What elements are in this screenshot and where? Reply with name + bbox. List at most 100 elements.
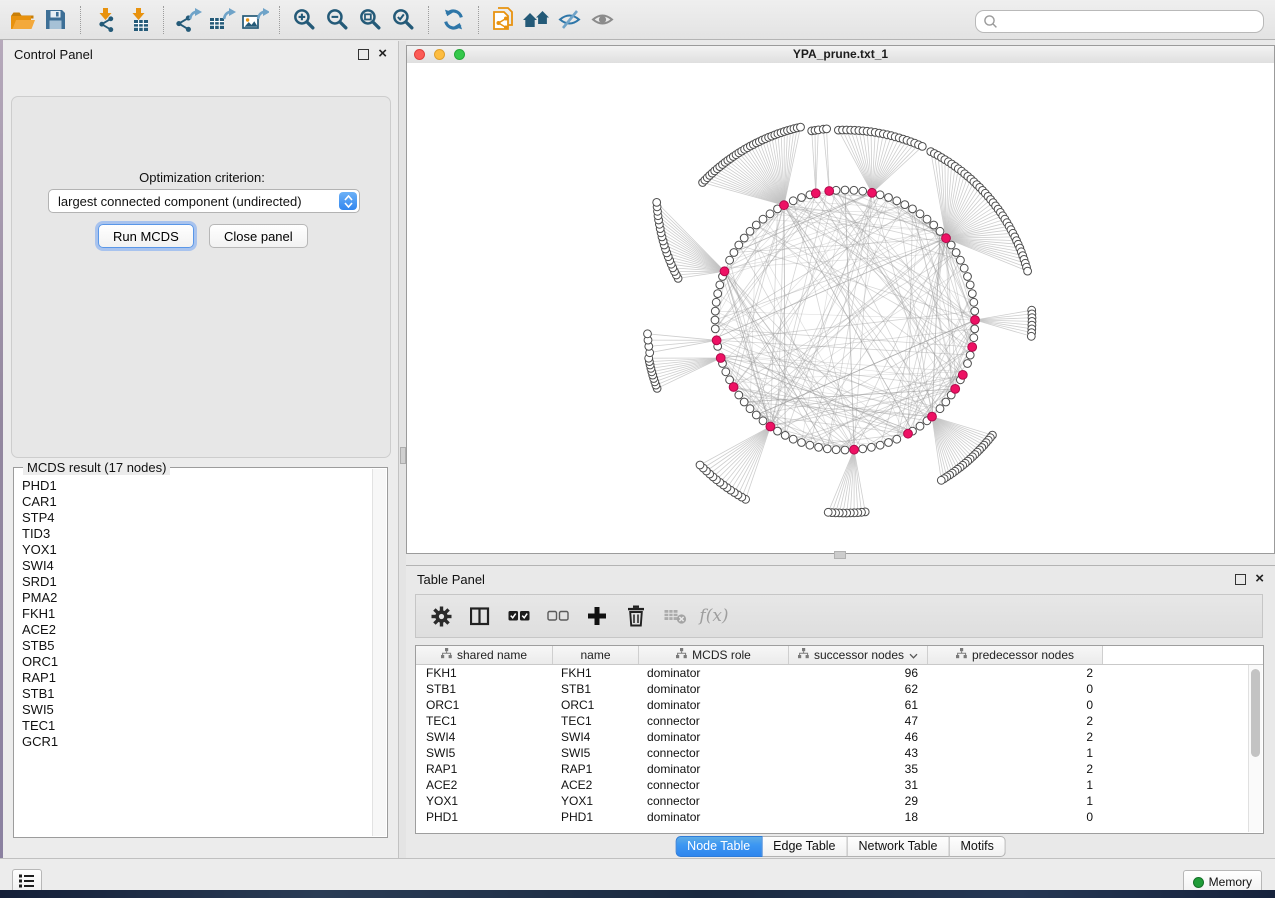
cell-shared_name[interactable]: ORC1 — [416, 698, 553, 712]
float-table-panel-icon[interactable] — [1235, 574, 1246, 585]
cell-mcds_role[interactable]: dominator — [639, 698, 789, 712]
cell-name[interactable]: SWI5 — [553, 746, 639, 760]
mcds-result-item[interactable]: STP4 — [22, 510, 387, 526]
table-row[interactable]: PHD1PHD1dominator180 — [416, 809, 1263, 825]
cell-predecessor_nodes[interactable]: 0 — [928, 682, 1103, 696]
cell-predecessor_nodes[interactable]: 2 — [928, 666, 1103, 680]
open-folder-button[interactable] — [6, 5, 39, 35]
table-scrollbar[interactable] — [1248, 665, 1262, 832]
export-network-file-button[interactable] — [487, 5, 520, 35]
cell-name[interactable]: ACE2 — [553, 778, 639, 792]
tab-network-table[interactable]: Network Table — [848, 836, 950, 857]
zoom-selected-button[interactable] — [387, 5, 420, 35]
close-panel-icon[interactable]: × — [378, 49, 387, 59]
cell-successor_nodes[interactable]: 29 — [789, 794, 928, 808]
cell-shared_name[interactable]: TEC1 — [416, 714, 553, 728]
cell-name[interactable]: STB1 — [553, 682, 639, 696]
cell-mcds_role[interactable]: dominator — [639, 682, 789, 696]
cell-shared_name[interactable]: STB1 — [416, 682, 553, 696]
function-builder-button[interactable]: f(x) — [701, 603, 727, 629]
cell-mcds_role[interactable]: connector — [639, 778, 789, 792]
mcds-result-item[interactable]: PMA2 — [22, 590, 387, 606]
table-row[interactable]: STB1STB1dominator620 — [416, 681, 1263, 697]
mcds-result-item[interactable]: PHD1 — [22, 478, 387, 494]
cell-shared_name[interactable]: SWI4 — [416, 730, 553, 744]
import-table-button[interactable] — [122, 5, 155, 35]
network-canvas[interactable] — [407, 63, 1274, 553]
mcds-result-item[interactable]: YOX1 — [22, 542, 387, 558]
add-button[interactable] — [584, 603, 610, 629]
table-row[interactable]: RAP1RAP1dominator352 — [416, 761, 1263, 777]
cell-mcds_role[interactable]: dominator — [639, 730, 789, 744]
cell-successor_nodes[interactable]: 43 — [789, 746, 928, 760]
mcds-result-item[interactable]: SWI5 — [22, 702, 387, 718]
export-table-button[interactable] — [205, 5, 238, 35]
cell-successor_nodes[interactable]: 47 — [789, 714, 928, 728]
table-row[interactable]: SWI4SWI4dominator462 — [416, 729, 1263, 745]
cell-predecessor_nodes[interactable]: 2 — [928, 730, 1103, 744]
cell-shared_name[interactable]: ACE2 — [416, 778, 553, 792]
table-row[interactable]: SWI5SWI5connector431 — [416, 745, 1263, 761]
mcds-result-item[interactable]: TEC1 — [22, 718, 387, 734]
cell-name[interactable]: SWI4 — [553, 730, 639, 744]
cell-mcds_role[interactable]: connector — [639, 746, 789, 760]
mcds-result-item[interactable]: STB5 — [22, 638, 387, 654]
cell-name[interactable]: YOX1 — [553, 794, 639, 808]
mcds-result-item[interactable]: TID3 — [22, 526, 387, 542]
mcds-result-item[interactable]: ACE2 — [22, 622, 387, 638]
result-scrollbar[interactable] — [372, 469, 386, 836]
cell-shared_name[interactable]: SWI5 — [416, 746, 553, 760]
zoom-fit-button[interactable] — [354, 5, 387, 35]
mcds-result-item[interactable]: SWI4 — [22, 558, 387, 574]
cell-name[interactable]: PHD1 — [553, 810, 639, 824]
tab-motifs[interactable]: Motifs — [949, 836, 1005, 857]
cell-predecessor_nodes[interactable]: 0 — [928, 698, 1103, 712]
delete-table-button[interactable] — [662, 603, 688, 629]
deselect-all-button[interactable] — [545, 603, 571, 629]
column-header-successor-nodes[interactable]: successor nodes — [789, 646, 928, 664]
cell-predecessor_nodes[interactable]: 1 — [928, 746, 1103, 760]
tab-edge-table[interactable]: Edge Table — [762, 836, 847, 857]
cell-successor_nodes[interactable]: 46 — [789, 730, 928, 744]
cell-mcds_role[interactable]: dominator — [639, 762, 789, 776]
export-network-button[interactable] — [172, 5, 205, 35]
table-row[interactable]: YOX1YOX1connector291 — [416, 793, 1263, 809]
mcds-result-item[interactable]: RAP1 — [22, 670, 387, 686]
mcds-result-item[interactable]: ORC1 — [22, 654, 387, 670]
cell-predecessor_nodes[interactable]: 1 — [928, 794, 1103, 808]
cell-name[interactable]: ORC1 — [553, 698, 639, 712]
float-panel-icon[interactable] — [358, 49, 369, 60]
save-button[interactable] — [39, 5, 72, 35]
cell-predecessor_nodes[interactable]: 0 — [928, 810, 1103, 824]
export-image-button[interactable] — [238, 5, 271, 35]
mcds-result-item[interactable]: FKH1 — [22, 606, 387, 622]
table-row[interactable]: ACE2ACE2connector311 — [416, 777, 1263, 793]
cell-successor_nodes[interactable]: 18 — [789, 810, 928, 824]
select-all-button[interactable] — [506, 603, 532, 629]
columns-button[interactable] — [467, 603, 493, 629]
cell-shared_name[interactable]: YOX1 — [416, 794, 553, 808]
tab-node-table[interactable]: Node Table — [675, 836, 762, 857]
cell-successor_nodes[interactable]: 61 — [789, 698, 928, 712]
mcds-result-item[interactable]: SRD1 — [22, 574, 387, 590]
cell-successor_nodes[interactable]: 35 — [789, 762, 928, 776]
column-header-shared-name[interactable]: shared name — [416, 646, 553, 664]
delete-button[interactable] — [623, 603, 649, 629]
settings-button[interactable] — [428, 603, 454, 629]
close-table-panel-icon[interactable]: × — [1255, 574, 1264, 584]
cell-name[interactable]: TEC1 — [553, 714, 639, 728]
hide-selected-button[interactable] — [553, 5, 586, 35]
cell-mcds_role[interactable]: dominator — [639, 810, 789, 824]
cell-successor_nodes[interactable]: 31 — [789, 778, 928, 792]
cell-predecessor_nodes[interactable]: 1 — [928, 778, 1103, 792]
cell-name[interactable]: RAP1 — [553, 762, 639, 776]
table-row[interactable]: ORC1ORC1dominator610 — [416, 697, 1263, 713]
search-input[interactable] — [1002, 14, 1263, 30]
import-network-button[interactable] — [89, 5, 122, 35]
cell-successor_nodes[interactable]: 62 — [789, 682, 928, 696]
cell-shared_name[interactable]: FKH1 — [416, 666, 553, 680]
cell-shared_name[interactable]: PHD1 — [416, 810, 553, 824]
cell-shared_name[interactable]: RAP1 — [416, 762, 553, 776]
horizontal-splitter-handle[interactable] — [834, 551, 846, 559]
network-window-titlebar[interactable]: YPA_prune.txt_1 — [407, 46, 1274, 64]
